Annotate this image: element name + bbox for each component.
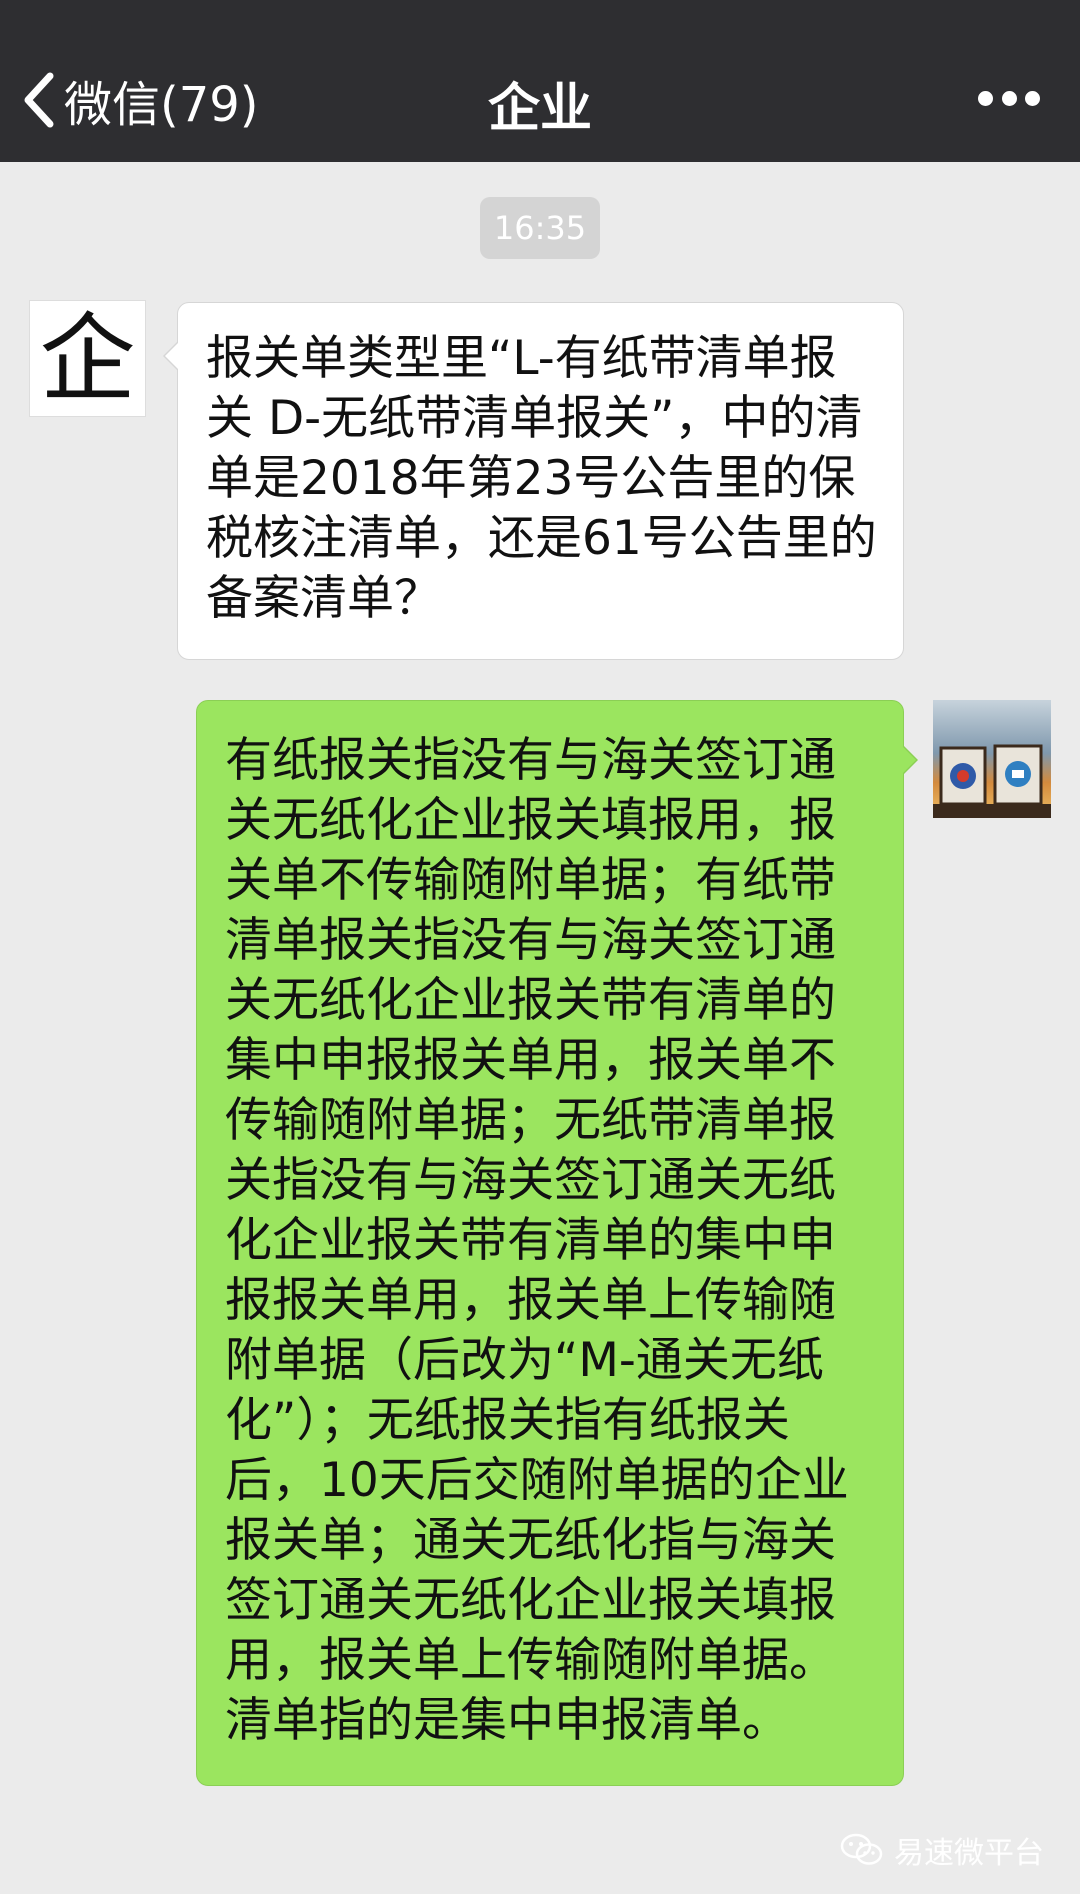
more-dot-icon [978, 90, 993, 106]
more-dot-icon [1001, 90, 1017, 106]
wechat-logo-icon [840, 1833, 883, 1865]
watermark: 易速微平台 [840, 1828, 1044, 1872]
navigation-bar: 微信(79) 企业 [0, 0, 1080, 162]
contact-avatar[interactable]: 企 [29, 300, 146, 417]
incoming-message-bubble[interactable]: 报关单类型里“L-有纸带清单报关 D-无纸带清单报关”，中的清单是2018年第2… [163, 302, 904, 660]
chat-screen: 微信(79) 企业 16:35 企 报关单类型里“L-有纸带清单报关 D-无纸带… [0, 0, 1080, 1894]
chat-title: 企业 [487, 79, 592, 139]
watermark-label: 易速微平台 [894, 1836, 1044, 1871]
puzzle-avatar-image [933, 700, 1051, 818]
message-timestamp: 16:35 [480, 197, 600, 259]
user-avatar[interactable] [933, 700, 1051, 818]
more-options-button[interactable] [978, 86, 1040, 110]
more-dot-icon [1025, 90, 1040, 106]
outgoing-message-bubble[interactable]: 有纸报关指没有与海关签订通关无纸化企业报关填报用，报关单不传输随附单据；有纸带清… [196, 700, 918, 1786]
